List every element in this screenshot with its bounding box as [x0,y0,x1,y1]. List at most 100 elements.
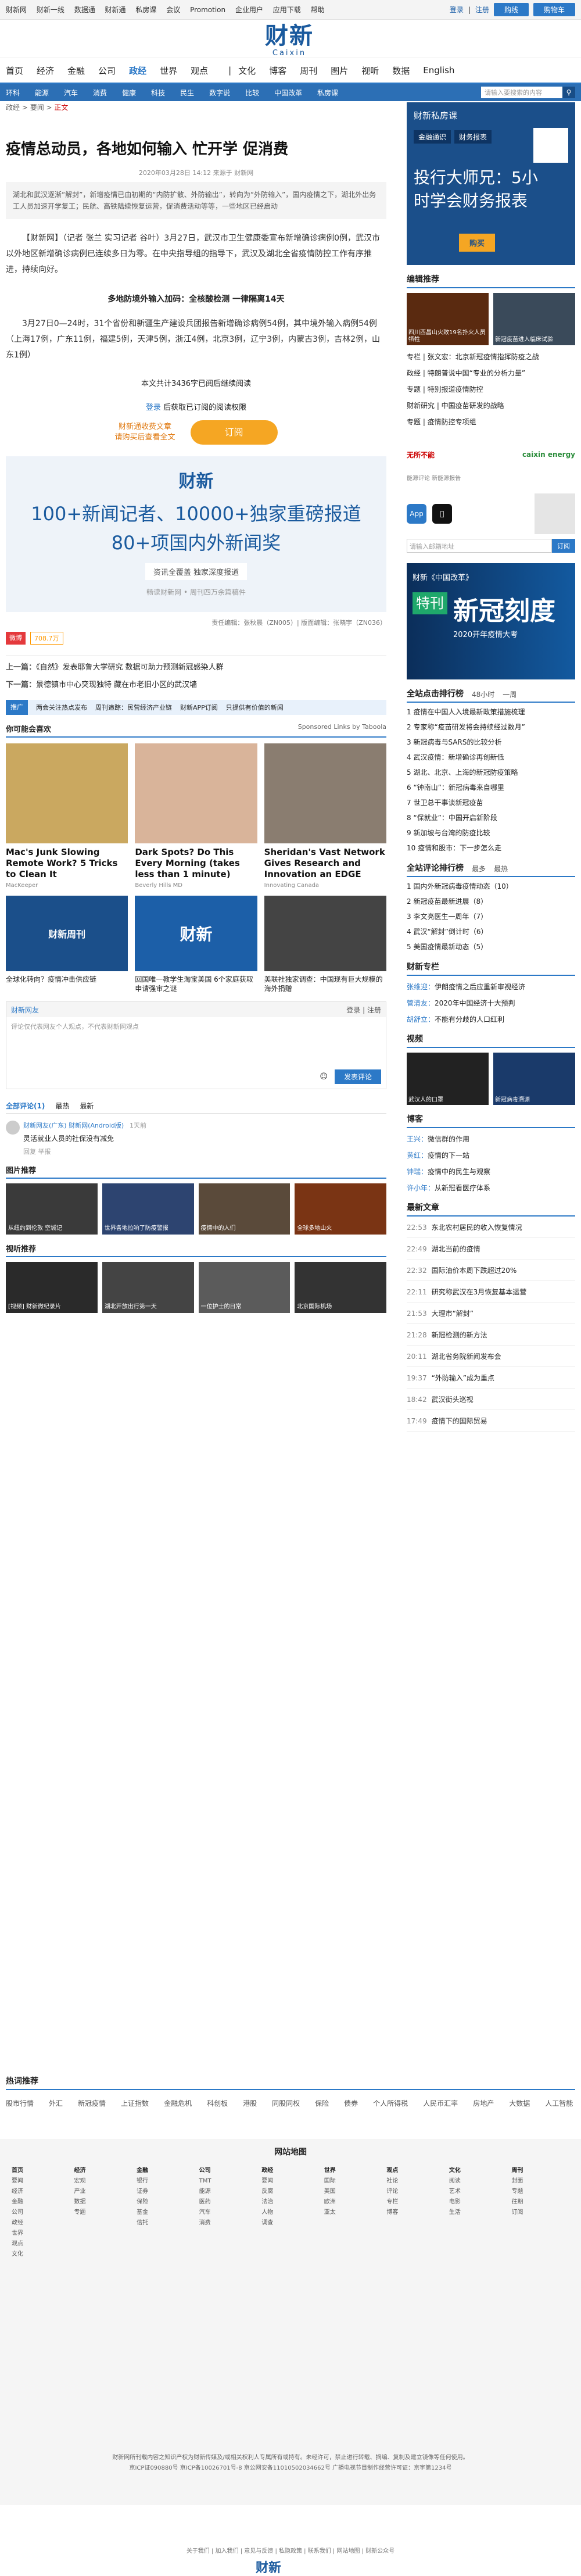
hot-word[interactable]: 港股 [243,2098,257,2108]
top-link[interactable]: 私房课 [135,6,156,14]
blog-item[interactable]: 黄红：疫情的下一站 [407,1150,575,1161]
sitemap-column-head[interactable]: 观点 [386,2166,444,2176]
rank-item[interactable]: 6 “钟南山”：新冠病毒来自哪里 [407,782,575,793]
top-link[interactable]: 财新网 [6,6,27,14]
news-title[interactable]: 国际油价本周下跌超过20% [432,1266,517,1275]
sitemap-link[interactable]: 阅读 [449,2176,507,2187]
ad-tab[interactable]: 金融通识 [414,130,451,144]
rank-item[interactable]: 8 “保就业”：中国开启新阶段 [407,812,575,824]
subnav-item[interactable]: 能源 [35,88,49,98]
emoji-icon[interactable]: ☺ [320,1072,328,1081]
sitemap-link[interactable]: 公司 [12,2208,70,2218]
comment-register-link[interactable]: 注册 [367,1006,381,1014]
next-title[interactable]: 景德镇市中心突现独特 藏在市老旧小区的武汉墙 [36,681,197,689]
register-link[interactable]: 注册 [475,5,489,15]
tab-hot-comments[interactable]: 最热 [55,1101,69,1111]
card-image[interactable] [6,743,128,843]
hot-word[interactable]: 上证指数 [121,2098,149,2108]
sitemap-link[interactable]: 人物 [261,2208,320,2218]
card-image[interactable] [264,896,386,971]
hot-word[interactable]: 金融危机 [164,2098,192,2108]
sitemap-link[interactable]: 能源 [199,2187,257,2197]
comment-actions[interactable]: 回复 举报 [23,1147,386,1156]
sitemap-link[interactable]: 美国 [324,2187,382,2197]
prev-title[interactable]: 《自然》发表耶鲁大学研究 数据可助力预测新冠感染人群 [36,663,224,672]
list-item[interactable]: 专题 | 疫情防控专项组 [407,414,575,430]
news-title[interactable]: 研究称武汉在3月恢复基本运营 [432,1288,527,1296]
news-item[interactable]: 22:32 国际油价本周下跌超过20% [407,1265,575,1281]
news-item[interactable]: 21:28 新冠检测的新方法 [407,1330,575,1346]
photo-item[interactable]: 从纽约到伦敦 空城记 [6,1183,98,1235]
sitemap-link[interactable]: 往期 [511,2197,569,2208]
rank-item[interactable]: 7 世卫总干事谈新冠疫苗 [407,797,575,808]
subnav-item[interactable]: 科技 [151,88,165,98]
breadcrumb-item[interactable]: 政经 [6,103,20,112]
comment-user[interactable]: 财新网友(广东) 财新网(Android版) [23,1122,124,1129]
top-link[interactable]: 数据通 [74,6,95,14]
sitemap-link[interactable]: 文化 [12,2249,70,2260]
sitemap-link[interactable]: 产业 [74,2187,132,2197]
subnav-item[interactable]: 民生 [180,88,194,98]
comment-login-link[interactable]: 登录 [346,1006,360,1014]
video-item[interactable]: [视频] 财新微纪录片 [6,1262,98,1313]
sitemap-link[interactable]: 国际 [324,2176,382,2187]
recommend-card[interactable]: Sheridan's Vast Network Gives Research a… [264,743,386,889]
blog-title-text[interactable]: 微信群的作用 [428,1135,469,1143]
hot-word[interactable]: 大数据 [509,2098,530,2108]
sitemap-link[interactable]: 经济 [12,2187,70,2197]
sitemap-column-head[interactable]: 公司 [199,2166,257,2176]
ad-tab[interactable]: 财务报表 [454,130,492,144]
card-title[interactable]: 美联社独家调查：中国现有巨大规模的海外捐赠 [264,975,386,993]
breadcrumb-item[interactable]: 要闻 [30,103,44,112]
email-subscribe-button[interactable]: 订阅 [552,539,575,553]
news-title[interactable]: 东北农村居民的收入恢复情况 [432,1223,522,1232]
sitemap-column-head[interactable]: 周刊 [511,2166,569,2176]
rank-tab[interactable]: 最热 [494,864,508,874]
rank-tab[interactable]: 一周 [503,689,517,699]
recommend-card[interactable]: Dark Spots? Do This Every Morning (takes… [135,743,257,889]
nav-item[interactable]: 周刊 [300,65,317,77]
sitemap-link[interactable]: 政经 [12,2218,70,2228]
sitemap-column-head[interactable]: 政经 [261,2166,320,2176]
sitemap-link[interactable]: 要闻 [12,2176,70,2187]
news-item[interactable]: 19:37 “外防输入”成为重点 [407,1373,575,1389]
weibo-share-button[interactable]: 微博 [6,632,26,645]
column-item[interactable]: 胡舒立：不能有分歧的人口红利 [407,1014,575,1025]
nav-item[interactable]: 公司 [98,65,116,77]
column-title[interactable]: 2020年中国经济十大预判 [435,999,515,1007]
sitemap-link[interactable]: 博客 [386,2208,444,2218]
hot-word[interactable]: 股市行情 [6,2098,34,2108]
sitemap-link[interactable]: 电影 [449,2197,507,2208]
blog-author[interactable]: 王兴： [407,1135,428,1143]
bottom-links[interactable]: 关于我们 | 加入我们 | 意见与反馈 | 私隐政策 | 联系我们 | 网站地图… [0,2546,581,2554]
sitemap-link[interactable]: 封面 [511,2176,569,2187]
news-title[interactable]: 疫情下的国际贸易 [432,1417,487,1425]
sitemap-link[interactable]: 宏观 [74,2176,132,2187]
subnav-item[interactable]: 私房课 [317,88,338,98]
sponsor-label[interactable]: Sponsored Links by Taboola [298,723,386,734]
top-link[interactable]: 财新通 [105,6,126,14]
sitemap-link[interactable]: 社论 [386,2176,444,2187]
rank-item[interactable]: 3 李文亮医生一周年（7） [407,911,575,922]
column-author[interactable]: 管清友： [407,999,435,1007]
cart-button[interactable]: 购物车 [533,3,575,16]
sitemap-link[interactable]: 评论 [386,2187,444,2197]
news-title[interactable]: 武汉街头巡视 [432,1396,474,1404]
blog-item[interactable]: 钟瑞：疫情中的民生与观察 [407,1167,575,1177]
column-author[interactable]: 胡舒立： [407,1015,435,1024]
sitemap-link[interactable]: 信托 [137,2218,195,2228]
ad-buy-button[interactable]: 购买 [459,234,496,252]
rank-item[interactable]: 1 国内外新冠病毒疫情动态（10） [407,881,575,892]
card-image[interactable]: 财新周刊 [6,896,128,971]
sitemap-link[interactable]: 基金 [137,2208,195,2218]
card-title[interactable]: Mac's Junk Slowing Remote Work? 5 Tricks… [6,847,128,880]
video-item[interactable]: 新冠病毒溯源 [493,1053,575,1105]
sitemap-column-head[interactable]: 世界 [324,2166,382,2176]
course-ad[interactable]: 财新私房课 金融通识 财务报表 投行大师兄：5小 时学会财务报表 购买 [407,102,575,265]
rank-item[interactable]: 4 武汉疫情：新增确诊再创新低 [407,752,575,763]
rank-item[interactable]: 4 武汉“解封”倒计时（6） [407,926,575,938]
blog-author[interactable]: 许小年： [407,1184,435,1192]
post-comment-button[interactable]: 发表评论 [334,1069,381,1084]
list-item[interactable]: 财新研究 | 中国疫苗研发的战略 [407,398,575,414]
blog-item[interactable]: 王兴：微信群的作用 [407,1134,575,1144]
